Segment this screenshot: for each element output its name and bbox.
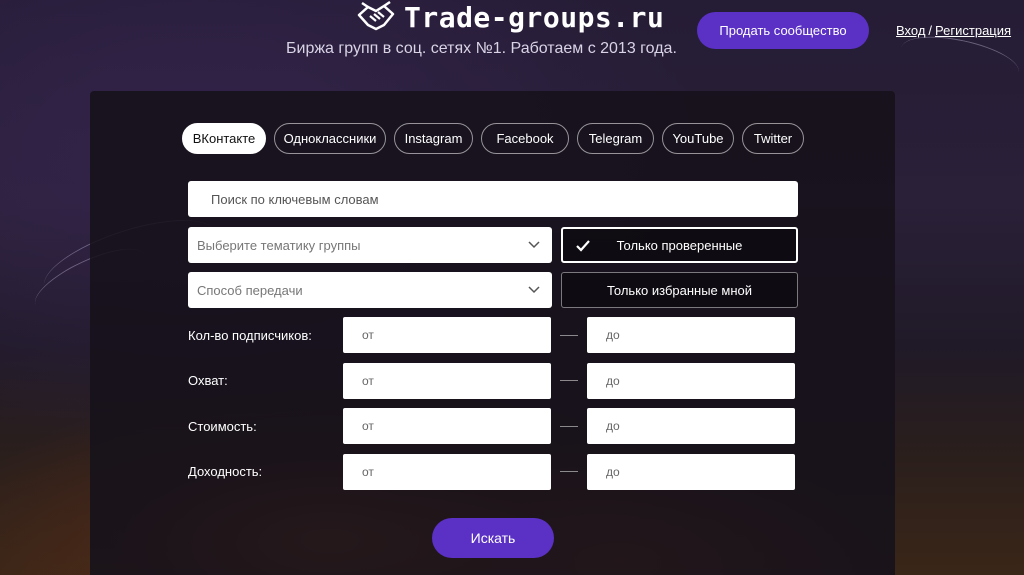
tab-twitter[interactable]: Twitter	[742, 123, 804, 154]
chevron-down-icon	[528, 286, 540, 294]
login-link[interactable]: Вход	[896, 23, 925, 38]
price-from-input[interactable]: от	[343, 408, 551, 444]
subscribers-label: Кол-во подписчиков:	[188, 328, 312, 343]
reach-label: Охват:	[188, 373, 228, 388]
search-button[interactable]: Искать	[432, 518, 554, 558]
brand-name: Trade-groups.ru	[404, 0, 665, 34]
search-input[interactable]: Поиск по ключевым словам	[188, 181, 798, 217]
verified-only-toggle[interactable]: Только проверенные	[561, 227, 798, 263]
tab-youtube[interactable]: YouTube	[662, 123, 734, 154]
range-dash	[560, 335, 578, 336]
network-tabs: ВКонтакте Одноклассники Instagram Facebo…	[182, 123, 812, 154]
range-dash	[560, 471, 578, 472]
reach-to-input[interactable]: до	[587, 363, 795, 399]
range-dash	[560, 426, 578, 427]
subscribers-to-input[interactable]: до	[587, 317, 795, 353]
tab-instagram[interactable]: Instagram	[394, 123, 473, 154]
tab-odnoklassniki[interactable]: Одноклассники	[274, 123, 386, 154]
site-header: Trade-groups.ru Биржа групп в соц. сетях…	[0, 0, 1024, 90]
auth-links: Вход / Регистрация	[896, 23, 1011, 38]
topic-select-value: Выберите тематику группы	[197, 237, 361, 253]
price-label: Стоимость:	[188, 419, 257, 434]
sell-community-button[interactable]: Продать сообщество	[697, 12, 869, 49]
income-label: Доходность:	[188, 464, 263, 479]
range-dash	[560, 380, 578, 381]
auth-separator: /	[928, 23, 933, 38]
tab-facebook[interactable]: Facebook	[481, 123, 569, 154]
tagline: Биржа групп в соц. сетях №1. Работаем с …	[286, 40, 677, 57]
logo[interactable]: Trade-groups.ru	[356, 0, 664, 34]
chevron-down-icon	[528, 241, 540, 249]
check-icon	[576, 240, 590, 252]
income-from-input[interactable]: от	[343, 454, 551, 490]
tab-telegram[interactable]: Telegram	[577, 123, 654, 154]
subscribers-from-input[interactable]: от	[343, 317, 551, 353]
transfer-method-value: Способ передачи	[197, 282, 303, 298]
handshake-icon	[357, 1, 395, 31]
income-to-input[interactable]: до	[587, 454, 795, 490]
reach-from-input[interactable]: от	[343, 363, 551, 399]
register-link[interactable]: Регистрация	[935, 23, 1011, 38]
tab-vkontakte[interactable]: ВКонтакте	[182, 123, 266, 154]
favorites-only-toggle[interactable]: Только избранные мной	[561, 272, 798, 308]
transfer-method-select[interactable]: Способ передачи	[188, 272, 552, 308]
verified-only-label: Только проверенные	[616, 237, 743, 253]
price-to-input[interactable]: до	[587, 408, 795, 444]
topic-select[interactable]: Выберите тематику группы	[188, 227, 552, 263]
favorites-only-label: Только избранные мной	[606, 282, 753, 298]
